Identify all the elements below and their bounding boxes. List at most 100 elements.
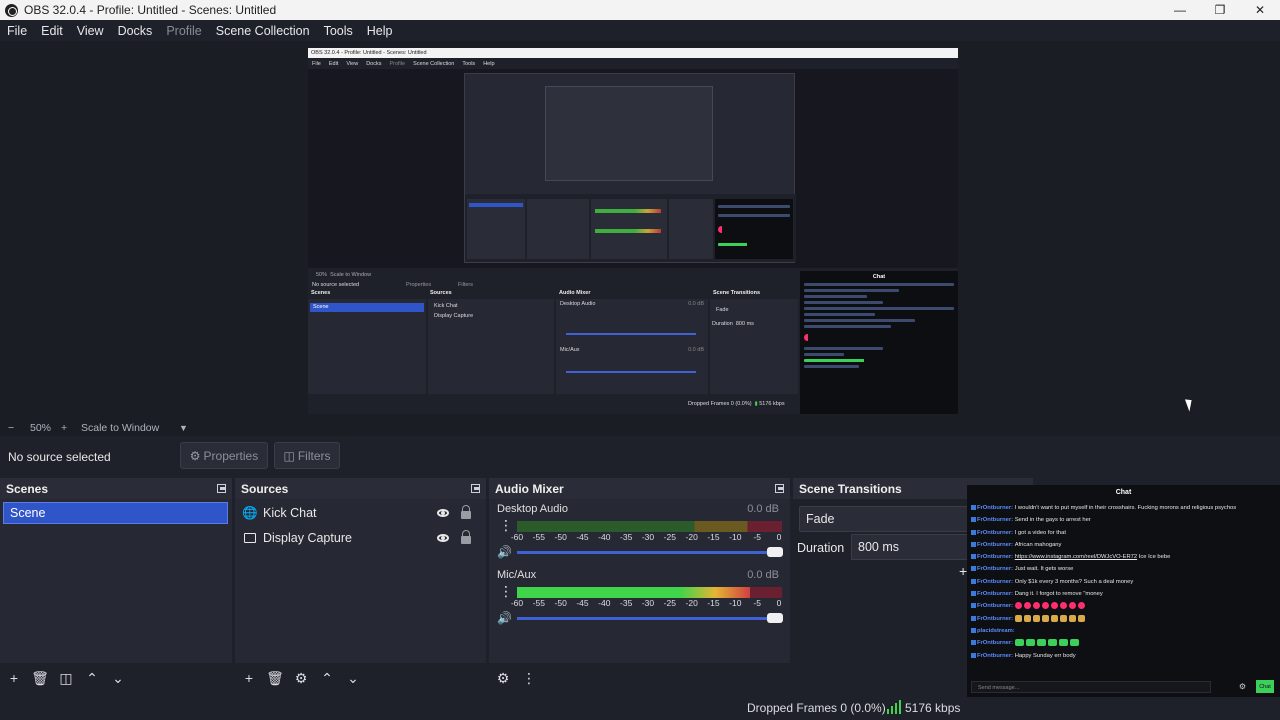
chat-username[interactable]: FrOntburner:: [977, 653, 1015, 659]
preview-canvas[interactable]: OBS 32.0.4 - Profile: Untitled - Scenes:…: [308, 48, 958, 414]
chat-text: I wouldn't want to put myself in their c…: [1014, 505, 1237, 511]
chat-username[interactable]: FrOntburner:: [977, 591, 1015, 597]
chevron-up-icon[interactable]: ⌃: [315, 667, 339, 689]
lock-icon[interactable]: [461, 505, 471, 519]
close-icon[interactable]: ✕: [1240, 0, 1280, 20]
badge-icon: [971, 627, 976, 633]
chevron-down-icon[interactable]: ⌄: [341, 667, 365, 689]
channel-name: Mic/Aux: [497, 569, 537, 581]
trash-icon[interactable]: 🗑: [28, 667, 52, 689]
source-item-display-capture[interactable]: Display Capture: [235, 526, 483, 550]
source-item-kick-chat[interactable]: 🌐 Kick Chat: [235, 501, 483, 525]
advanced-audio-icon[interactable]: ⚙: [491, 667, 515, 689]
minimize-icon[interactable]: —: [1160, 0, 1200, 20]
menu-help[interactable]: Help: [360, 24, 400, 38]
nested-duration-label: Duration: [712, 321, 733, 327]
chat-username[interactable]: FrOntburner:: [977, 530, 1015, 536]
chat-message: FrOntburner: https://www.instagram.com/r…: [971, 551, 1276, 563]
chat-input[interactable]: Send message...: [971, 681, 1211, 693]
speaker-icon[interactable]: 🔊: [497, 611, 512, 625]
menu-edit[interactable]: Edit: [34, 24, 70, 38]
speaker-icon[interactable]: 🔊: [497, 545, 512, 559]
meter-tick-label: -50: [554, 598, 567, 608]
chat-username[interactable]: FrOntburner:: [977, 616, 1015, 622]
chat-username[interactable]: FrOntburner:: [977, 554, 1015, 560]
properties-button[interactable]: ⚙ Properties: [180, 442, 268, 469]
menu-docks[interactable]: Docks: [111, 24, 160, 38]
meter-tick-label: -35: [620, 598, 633, 608]
meter-tick-label: -15: [707, 598, 720, 608]
chat-username[interactable]: FrOntburner:: [977, 603, 1015, 609]
restore-icon[interactable]: ❐: [1200, 0, 1240, 20]
trash-icon[interactable]: 🗑: [263, 667, 287, 689]
emote-icon: [1047, 639, 1057, 647]
properties-label: Properties: [203, 448, 259, 463]
scene-item[interactable]: Scene: [3, 502, 228, 524]
meter-tick-label: -25: [663, 532, 676, 542]
chat-username[interactable]: FrOntburner:: [977, 640, 1015, 646]
menu-view[interactable]: View: [70, 24, 111, 38]
zoom-in-button[interactable]: +: [61, 422, 67, 434]
add-icon[interactable]: +: [2, 667, 26, 689]
gear-icon[interactable]: ⚙: [289, 667, 313, 689]
slider-knob[interactable]: [767, 613, 783, 623]
audio-mixer-dock: Audio Mixer Desktop Audio 0.0 dB ⋮ -60 -5…: [489, 478, 790, 693]
meter-tick-label: -15: [707, 532, 720, 542]
chevron-down-icon[interactable]: ⌄: [106, 667, 130, 689]
zoom-out-button[interactable]: −: [8, 422, 14, 434]
more-options-icon[interactable]: ⋮: [517, 667, 541, 689]
chat-username[interactable]: FrOntburner:: [977, 517, 1015, 523]
chevron-up-icon[interactable]: ⌃: [80, 667, 104, 689]
more-options-icon[interactable]: ⋮: [499, 518, 513, 532]
meter-tick-label: -10: [729, 598, 742, 608]
add-icon[interactable]: +: [959, 563, 967, 579]
chat-text: African mahogany: [1014, 541, 1062, 548]
add-icon[interactable]: +: [237, 667, 261, 689]
chat-username[interactable]: FrOntburner:: [977, 579, 1015, 585]
scenes-header: Scenes: [0, 478, 232, 499]
transition-select[interactable]: Fade: [799, 506, 969, 532]
sources-header: Sources: [235, 478, 486, 499]
nested-no-source: No source selected: [312, 282, 360, 288]
nested-zoom-value: 50%: [316, 272, 328, 278]
meter-tick-label: -35: [620, 532, 633, 542]
chevron-down-icon[interactable]: ▼: [179, 423, 188, 433]
eye-icon[interactable]: [437, 509, 449, 517]
chat-username[interactable]: FrOntburner:: [977, 505, 1015, 511]
undock-icon[interactable]: [217, 484, 226, 493]
menu-tools[interactable]: Tools: [317, 24, 360, 38]
nested-dock-area: 50% Scale to Window No source selected P…: [308, 268, 958, 414]
chat-link[interactable]: https://www.instagram.com/reel/DWJcVO-ER…: [1015, 554, 1137, 560]
duration-input[interactable]: 800 ms: [851, 534, 971, 560]
undock-icon[interactable]: [471, 484, 480, 493]
nested-fade: Fade: [716, 307, 729, 313]
channel-db: 0.0 dB: [747, 569, 779, 581]
nested-mixer-panel: Desktop Audio 0.0 dB Mic/Aux 0.0 dB: [556, 299, 708, 394]
badge-icon: [971, 591, 976, 597]
undock-icon[interactable]: [775, 484, 784, 493]
filter-icon[interactable]: ◫: [54, 667, 78, 689]
menu-file[interactable]: File: [0, 24, 34, 38]
eye-icon[interactable]: [437, 534, 449, 542]
preview-area[interactable]: OBS 32.0.4 - Profile: Untitled - Scenes:…: [0, 41, 1280, 419]
slider-knob[interactable]: [767, 547, 783, 557]
menu-scene-collection[interactable]: Scene Collection: [209, 24, 317, 38]
source-properties-bar: No source selected ⚙ Properties ◫ Filter…: [0, 436, 1280, 476]
more-options-icon[interactable]: ⋮: [499, 584, 513, 598]
meter-tick-label: -20: [685, 532, 698, 542]
filters-button[interactable]: ◫ Filters: [274, 442, 340, 469]
chat-username[interactable]: placidstream:: [977, 628, 1015, 634]
chat-message: FrOntburner:: [971, 600, 1276, 612]
emote-icon: [1059, 614, 1067, 622]
menu-profile[interactable]: Profile: [159, 24, 208, 38]
chat-username[interactable]: FrOntburner:: [977, 566, 1015, 572]
chat-send-button[interactable]: Chat: [1256, 680, 1274, 693]
scale-mode-select[interactable]: Scale to Window: [81, 422, 159, 434]
chat-username[interactable]: FrOntburner:: [977, 542, 1015, 548]
volume-slider[interactable]: [517, 547, 783, 557]
gear-icon[interactable]: ⚙: [1239, 682, 1246, 691]
lock-icon[interactable]: [461, 530, 471, 544]
nested-scenes-panel: Scene: [308, 299, 426, 394]
chat-text: Send in the gays to arrest her: [1014, 517, 1091, 524]
volume-slider[interactable]: [517, 613, 783, 623]
